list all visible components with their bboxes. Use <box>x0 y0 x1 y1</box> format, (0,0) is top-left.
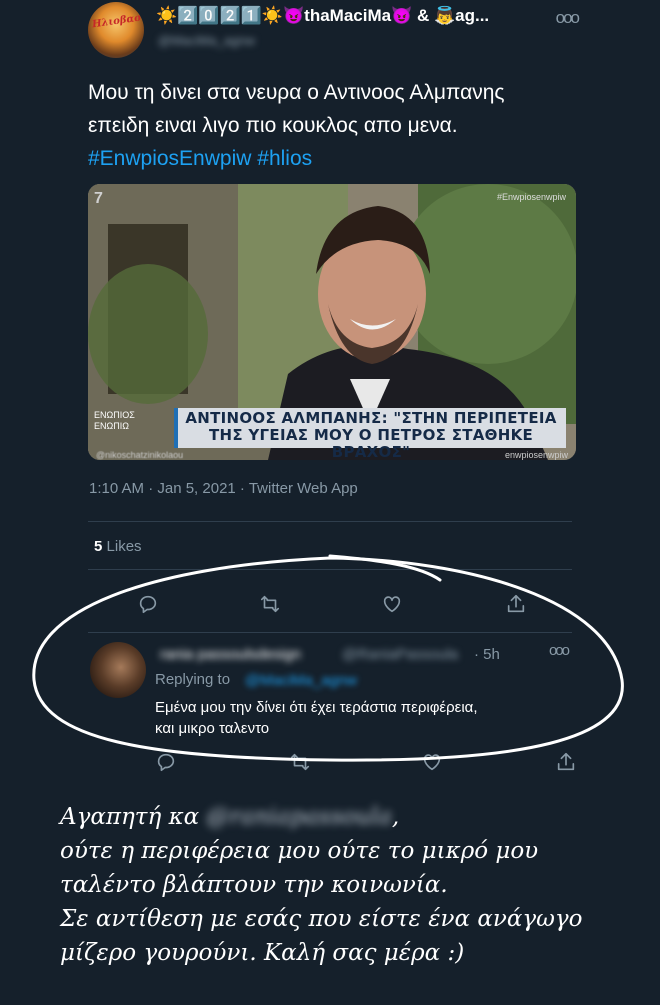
caption-blurred-handle: @raniapassoula <box>206 804 392 830</box>
reply-icon[interactable] <box>152 748 180 776</box>
reply-author-handle[interactable]: @RaniaPassoula <box>342 646 458 663</box>
reply-time[interactable]: · 5h <box>474 646 500 663</box>
avatar-text: Ηλιοβασίλεμα <box>91 7 144 31</box>
hashtag-link[interactable]: #hlios <box>257 147 312 170</box>
divider <box>88 569 572 570</box>
replying-to-handle[interactable]: @ΜaciΜa_agnw <box>245 672 357 689</box>
share-icon[interactable] <box>552 748 580 776</box>
reply-icon[interactable] <box>134 590 162 618</box>
reply-author-avatar[interactable] <box>90 642 146 698</box>
reply-author-name[interactable]: rania passoulsdesign <box>160 646 301 663</box>
author-handle[interactable]: @ΜaciΜa_agnw <box>158 33 255 48</box>
story-caption: Αγαπητή κα @raniapassoula, ούτε η περιφέ… <box>60 800 650 970</box>
media-credit: @nikoschatzinikolaou <box>96 450 184 460</box>
tweet-media-image[interactable]: 7 #Enwpiosenwpiw ΕΝΩΠΙΟΣ ΕΝΩΠΙΩ ΑΝΤΙΝΟΟΣ… <box>88 184 576 460</box>
likes-count[interactable]: 5 Likes <box>94 538 142 555</box>
author-display-name[interactable]: ☀️2️⃣0️⃣2️⃣1️⃣☀️😈thaΜaciΜa😈 & 👼ag... <box>156 6 489 26</box>
replying-to-label: Replying to <box>155 671 231 688</box>
like-icon[interactable] <box>418 748 446 776</box>
reply-action-bar <box>0 748 660 778</box>
tweet-timestamp[interactable]: 1:10 AM · Jan 5, 2021 · Twitter Web App <box>89 480 358 497</box>
author-avatar[interactable]: Ηλιοβασίλεμα <box>88 2 144 58</box>
tweet-action-bar <box>0 590 660 620</box>
caption-line: ταλέντο βλάπτουν την κοινωνία. <box>60 872 448 898</box>
show-logo-line: ΕΝΩΠΙΟΣ <box>94 410 135 420</box>
reply-more-options-icon[interactable]: ooo <box>549 642 570 659</box>
show-logo-line: ΕΝΩΠΙΩ <box>94 421 129 431</box>
reply-text: Εμένα μου την δίνει ότι έχει τεράστια πε… <box>155 697 575 739</box>
share-icon[interactable] <box>502 590 530 618</box>
like-icon[interactable] <box>378 590 406 618</box>
reply-text-line: και μικρο ταλεντο <box>155 720 270 737</box>
tweet-text: Μου τη δινει στα νευρα ο Αντινοος Αλμπαν… <box>88 76 528 175</box>
channel-logo: 7 <box>94 190 103 207</box>
divider <box>88 632 572 633</box>
caption-text: , <box>391 804 400 830</box>
retweet-icon[interactable] <box>286 748 314 776</box>
show-logo: ΕΝΩΠΙΟΣ ΕΝΩΠΙΩ <box>94 410 135 432</box>
caption-text: Αγαπητή κα <box>60 804 200 830</box>
likes-label: Likes <box>106 538 142 555</box>
caption-line: Σε αντίθεση με εσάς που είστε ένα ανάγωγ… <box>60 906 583 932</box>
retweet-icon[interactable] <box>256 590 284 618</box>
headline-line: ΑΝΤΙΝΟΟΣ ΑΛΜΠΑΝΗΣ: "ΣΤΗΝ ΠΕΡΙΠΕΤΕΙΑ <box>185 409 557 427</box>
caption-line: Αγαπητή κα @raniapassoula, <box>60 800 650 834</box>
reply-text-line: Εμένα μου την δίνει ότι έχει τεράστια πε… <box>155 699 478 716</box>
divider <box>88 521 572 522</box>
media-credit-right: enwpiosenwpiw <box>504 450 568 460</box>
hashtag-link[interactable]: #EnwpiosEnwpiw <box>88 147 251 170</box>
likes-number: 5 <box>94 538 103 555</box>
caption-line: μίζερο γουρούνι. Καλή σας μέρα :) <box>60 940 465 966</box>
tweet-body: Μου τη δινει στα νευρα ο Αντινοος Αλμπαν… <box>88 81 505 137</box>
show-hashtag-watermark: #Enwpiosenwpiw <box>496 192 566 202</box>
caption-line: ούτε η περιφέρεια μου ούτε το μικρό μου <box>60 838 539 864</box>
more-options-icon[interactable]: ooo <box>556 8 580 28</box>
